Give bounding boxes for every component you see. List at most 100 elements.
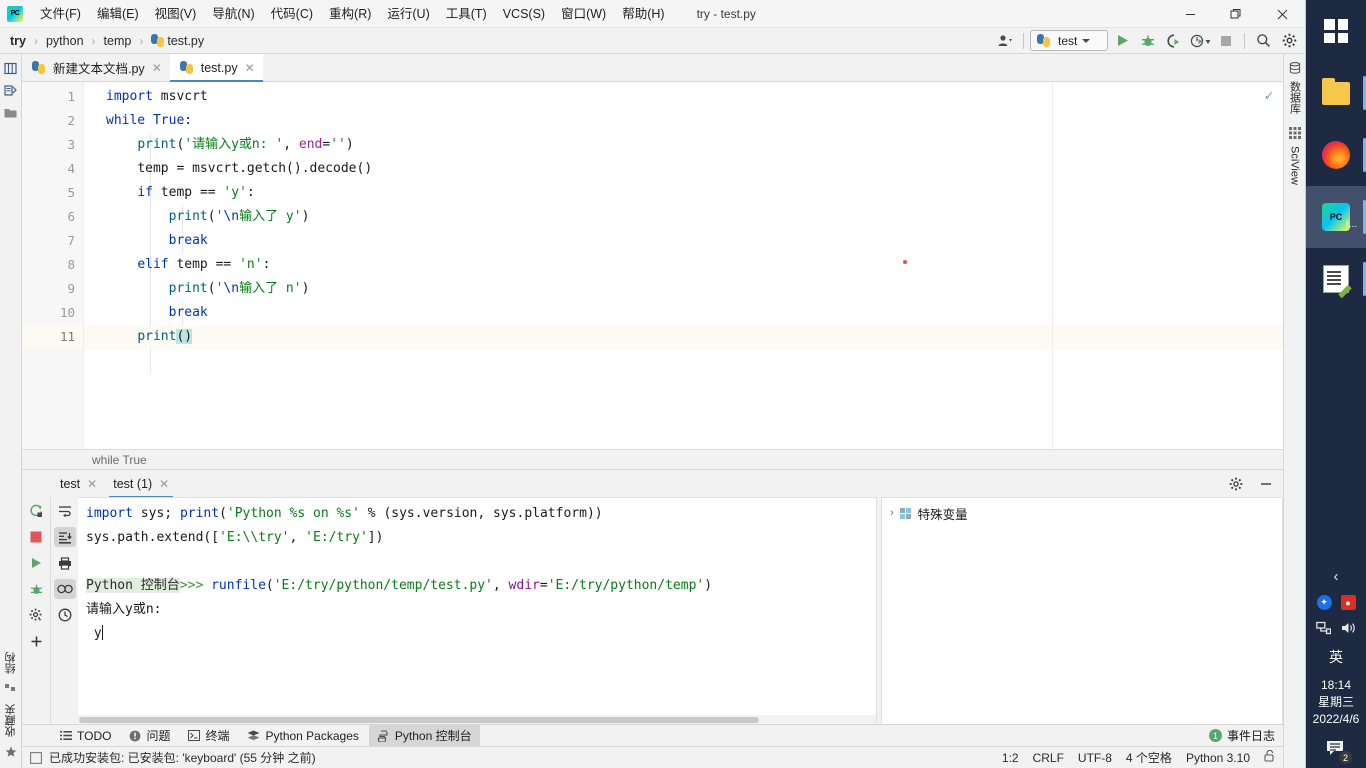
minimize-button[interactable] — [1167, 0, 1213, 28]
commit-tool-icon[interactable] — [0, 80, 22, 100]
editor-tab-test-py[interactable]: test.py ✕ — [169, 54, 263, 82]
breadcrumb-python[interactable]: python — [44, 34, 86, 48]
maximize-button[interactable] — [1213, 0, 1259, 28]
notification-center-button[interactable]: 2 — [1323, 736, 1353, 765]
network-icon[interactable] — [1316, 620, 1332, 636]
menu-help[interactable]: 帮助(H) — [614, 0, 672, 28]
menu-run[interactable]: 运行(U) — [379, 0, 437, 28]
print-icon[interactable] — [54, 553, 76, 573]
file-encoding[interactable]: UTF-8 — [1078, 751, 1112, 765]
settings-gear-icon[interactable] — [1277, 30, 1301, 52]
menu-window[interactable]: 窗口(W) — [553, 0, 614, 28]
taskbar-clock[interactable]: 18:14 星期三 2022/4/6 — [1313, 677, 1360, 736]
code-editor[interactable]: 1 2 3 4 5 6 7 8 9 10 11 import msvcrt wh… — [22, 82, 1283, 449]
line-separator[interactable]: CRLF — [1033, 751, 1064, 765]
structure-folder-icon[interactable] — [0, 102, 22, 122]
breadcrumb-project[interactable]: try — [8, 34, 28, 48]
menu-edit[interactable]: 编辑(E) — [89, 0, 147, 28]
chevron-left-icon[interactable]: ‹ — [1334, 568, 1339, 585]
variables-row-special[interactable]: › 特殊变量 — [882, 502, 1282, 524]
taskbar-file-explorer[interactable] — [1306, 62, 1366, 124]
console-minimize-icon[interactable] — [1255, 474, 1277, 494]
sidebar-item-database[interactable]: 数据库 — [1287, 78, 1303, 117]
indent-setting[interactable]: 4 个空格 — [1126, 749, 1172, 766]
stop-button[interactable] — [1214, 30, 1238, 52]
caret-position[interactable]: 1:2 — [1002, 751, 1019, 765]
line-number-gutter[interactable]: 1 2 3 4 5 6 7 8 9 10 11 — [22, 82, 97, 449]
toolwindow-todo[interactable]: TODO — [52, 725, 119, 747]
tray-expand[interactable]: ‹ — [1334, 563, 1339, 590]
menu-file[interactable]: 文件(F) — [32, 0, 89, 28]
menu-refactor[interactable]: 重构(R) — [321, 0, 379, 28]
search-icon[interactable] — [1251, 30, 1275, 52]
menu-code[interactable]: 代码(C) — [263, 0, 321, 28]
profile-user-icon[interactable] — [993, 30, 1017, 52]
sidebar-item-favorites[interactable]: 收藏夹 — [3, 701, 19, 740]
history-icon[interactable] — [53, 579, 76, 599]
event-log-button[interactable]: 1 事件日志 — [1208, 727, 1275, 744]
add-console-icon[interactable] — [25, 631, 47, 651]
debug-button[interactable] — [1136, 30, 1160, 52]
sciview-icon[interactable] — [1284, 123, 1306, 143]
console-settings-gear-icon[interactable] — [1225, 474, 1247, 494]
sidebar-item-structure[interactable]: 结构 — [3, 649, 19, 677]
execute-icon[interactable] — [25, 553, 47, 573]
console-tab-test[interactable]: test ✕ — [52, 470, 105, 498]
close-icon[interactable]: ✕ — [159, 477, 169, 491]
error-stripe-marker[interactable] — [903, 260, 907, 264]
inspection-ok-icon[interactable]: ✓ — [1265, 88, 1273, 104]
close-icon[interactable]: ✕ — [87, 477, 97, 491]
console-variables-pane[interactable]: › 特殊变量 — [881, 497, 1283, 724]
menu-vcs[interactable]: VCS(S) — [495, 0, 553, 28]
status-message-area[interactable]: 已成功安装包: 已安装包: 'keyboard' (55 分钟 之前) — [30, 749, 316, 766]
chevron-right-icon[interactable]: › — [890, 507, 894, 519]
menu-tools[interactable]: 工具(T) — [438, 0, 495, 28]
editor-tab-new-text-doc[interactable]: 新建文本文档.py ✕ — [22, 54, 170, 81]
taskbar-pycharm[interactable]: PC t... — [1306, 186, 1366, 248]
database-icon[interactable] — [1284, 58, 1306, 78]
console-settings-icon[interactable] — [25, 605, 47, 625]
menu-navigate[interactable]: 导航(N) — [204, 0, 262, 28]
rerun-icon[interactable] — [25, 501, 47, 521]
clock-icon[interactable] — [54, 605, 76, 625]
menu-view[interactable]: 视图(V) — [147, 0, 205, 28]
toolwindow-terminal[interactable]: 终端 — [180, 725, 237, 747]
ime-indicator[interactable]: 英 — [1329, 641, 1343, 677]
bluetooth-icon[interactable]: ✦ — [1316, 595, 1332, 610]
structure-squares-icon[interactable] — [0, 679, 22, 699]
console-input-line[interactable]: y — [78, 622, 876, 646]
profile-button[interactable] — [1188, 30, 1212, 52]
security-icon[interactable]: ● — [1340, 595, 1356, 610]
run-coverage-button[interactable] — [1162, 30, 1186, 52]
run-button[interactable] — [1110, 30, 1134, 52]
toolwindow-python-packages[interactable]: Python Packages — [239, 725, 366, 747]
toolwindow-python-console[interactable]: Python 控制台 — [368, 724, 480, 747]
debug-icon[interactable] — [25, 579, 47, 599]
scroll-to-end-icon[interactable] — [53, 527, 76, 547]
project-tool-icon[interactable] — [0, 58, 22, 78]
console-output[interactable]: import sys; print('Python %s on %s' % (s… — [78, 497, 877, 724]
soft-wrap-icon[interactable] — [54, 501, 76, 521]
volume-icon[interactable] — [1341, 620, 1357, 636]
close-button[interactable] — [1259, 0, 1305, 28]
python-interpreter[interactable]: Python 3.10 — [1186, 751, 1250, 765]
close-icon[interactable]: ✕ — [245, 61, 255, 75]
console-tab-test-1[interactable]: test (1) ✕ — [105, 470, 177, 498]
notification-icon — [30, 751, 42, 764]
sidebar-item-sciview[interactable]: SciView — [1289, 143, 1301, 188]
console-horizontal-scrollbar[interactable] — [78, 715, 876, 724]
toolwindow-problems[interactable]: 问题 — [121, 725, 178, 747]
run-configuration-selector[interactable]: test — [1030, 30, 1108, 51]
taskbar-editor[interactable] — [1306, 248, 1366, 310]
editor-right-margin — [1052, 82, 1283, 449]
breadcrumb-temp[interactable]: temp — [102, 34, 134, 48]
close-icon[interactable]: ✕ — [152, 61, 162, 75]
stop-icon[interactable] — [25, 527, 47, 547]
code-text-area[interactable]: import msvcrt while True: print('请输入y或n:… — [84, 82, 1283, 449]
unlocked-icon[interactable] — [1264, 749, 1275, 765]
start-button[interactable] — [1306, 0, 1366, 62]
star-icon[interactable] — [0, 742, 22, 762]
breadcrumb-file[interactable]: test.py — [149, 33, 206, 48]
ide-body: 结构 收藏夹 新建文本文档.py ✕ test.py ✕ 1 2 3 4 5 6… — [0, 54, 1305, 768]
taskbar-firefox[interactable] — [1306, 124, 1366, 186]
